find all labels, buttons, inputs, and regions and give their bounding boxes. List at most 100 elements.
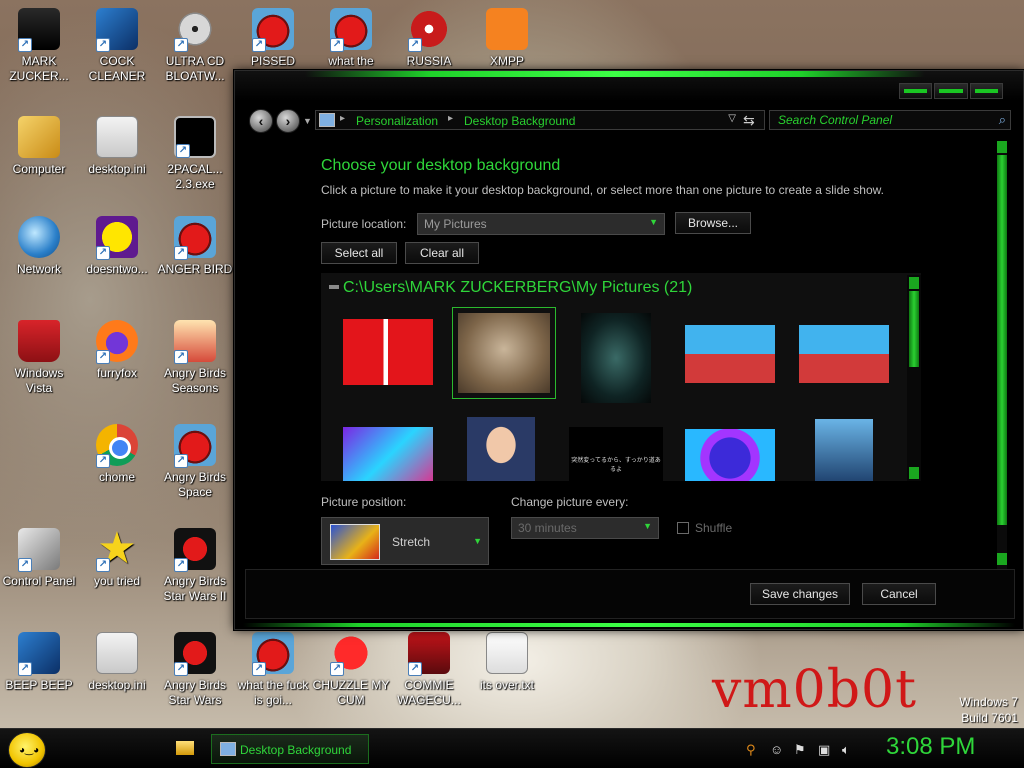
taskbar: ◕‿◕ Desktop Background ⚲ ☺ ⚑ ▣ 🔈︎ 3:08 P… [0, 728, 1024, 768]
desktop-icon-desktop-ini[interactable]: desktop.ini [78, 116, 156, 177]
breadcrumb-desktop-background[interactable]: Desktop Background [464, 114, 575, 128]
desktop-icon-angry-birds-seasons[interactable]: ↗ Angry Birds Seasons [156, 320, 234, 396]
desktop-icon-angry-birds-star-wars-ii[interactable]: ↗ Angry Birds Star Wars II [156, 528, 234, 604]
desktop-icon-pissed[interactable]: ↗ PISSED [234, 8, 312, 69]
content-scrollbar[interactable] [997, 141, 1007, 569]
desktop-icon-xmpp[interactable]: XMPP [468, 8, 546, 69]
close-button[interactable] [969, 83, 1003, 99]
address-bar[interactable]: ▸ Personalization ▸ Desktop Background ▽ [315, 110, 765, 130]
address-dropdown-icon[interactable]: ▽ [728, 113, 736, 124]
scroll-down-arrow[interactable] [909, 467, 919, 479]
emoji-tray-icon[interactable]: ☺ [770, 742, 783, 757]
picture-position-select[interactable]: Stretch ▼ [321, 517, 489, 565]
picture-gallery: C:\Users\MARK ZUCKERBERG\My Pictures (21… [321, 273, 921, 481]
picture-location-label: Picture location: [321, 217, 407, 231]
shortcut-arrow-icon: ↗ [18, 38, 32, 52]
scroll-up-arrow[interactable] [909, 277, 919, 289]
desktop-icon-windows-vista[interactable]: Windows Vista [0, 320, 78, 396]
desktop-icon-ultra-cd[interactable]: ↗ ULTRA CD BLOATW... [156, 8, 234, 84]
desktop-icon-doesntwo[interactable]: ↗ doesntwo... [78, 216, 156, 277]
gallery-folder-title: C:\Users\MARK ZUCKERBERG\My Pictures (21… [343, 279, 693, 296]
picture-thumbnail[interactable] [343, 319, 433, 385]
windows-version-text: Windows 7 Build 7601 [959, 694, 1018, 726]
angry-bird-icon: ↗ [330, 8, 372, 52]
desktop-icon-commie[interactable]: ↗ COMMIE WAGECU... [390, 632, 468, 708]
desktop-icon-its-over[interactable]: its over.txt [468, 632, 546, 693]
search-tray-icon[interactable]: ⚲ [746, 742, 756, 758]
desktop-icon-what-the-fuck[interactable]: ↗ what the fuck is goi... [234, 632, 312, 708]
picture-thumbnail-selected[interactable] [452, 307, 556, 399]
picture-thumbnail[interactable] [467, 417, 535, 481]
desktop-icon-you-tried[interactable]: ★ ↗ you tried [78, 527, 156, 589]
search-box[interactable]: ⌕ [769, 110, 1011, 130]
search-input[interactable] [770, 111, 980, 129]
desktop-icon-angry-birds-star-wars[interactable]: ↗ Angry Birds Star Wars [156, 632, 234, 708]
network-tray-icon[interactable]: ▣ [818, 742, 830, 758]
scroll-up-arrow[interactable] [997, 141, 1007, 153]
browse-button[interactable]: Browse... [675, 212, 751, 234]
clear-all-button[interactable]: Clear all [405, 242, 479, 264]
picture-thumbnail[interactable]: 突然変ってるから、すっかり道あるよ [569, 427, 663, 481]
desktop-icon-chome[interactable]: ↗ chome [78, 424, 156, 485]
desktop-icon-anger-bird[interactable]: ↗ ANGER BIRD [156, 216, 234, 277]
action-center-flag-icon[interactable]: ⚑ [794, 742, 806, 758]
taskbar-item-desktop-background[interactable]: Desktop Background [211, 734, 369, 764]
change-picture-interval-select[interactable]: 30 minutes ▼ [511, 517, 659, 539]
desktop-icon-label: Network [16, 262, 61, 276]
console-app-icon: ↗ [174, 116, 216, 158]
forward-button[interactable]: › [276, 109, 300, 133]
picture-thumbnail[interactable] [815, 419, 873, 481]
minimize-button[interactable] [899, 83, 933, 99]
scrollbar-thumb[interactable] [997, 155, 1007, 525]
taskbar-clock[interactable]: 3:08 PM [886, 733, 975, 761]
refresh-icon[interactable]: ⇆ [743, 112, 755, 129]
volume-tray-icon[interactable]: 🔈︎ [842, 742, 850, 758]
picture-thumbnail[interactable] [685, 429, 775, 481]
cancel-button[interactable]: Cancel [862, 583, 936, 605]
picture-thumbnail[interactable] [581, 313, 651, 403]
desktop-icon-label: Angry Birds Star Wars [163, 678, 227, 707]
desktop-icon-2pacal[interactable]: ↗ 2PACAL... 2.3.exe [156, 116, 234, 192]
text-file-icon [486, 632, 528, 674]
back-button[interactable]: ‹ [249, 109, 273, 133]
picture-thumbnail[interactable] [799, 325, 889, 383]
breadcrumb-personalization[interactable]: Personalization [356, 114, 438, 128]
explorer-folder-icon[interactable] [176, 741, 194, 755]
maximize-button[interactable] [934, 83, 968, 99]
desktop-icon-russia[interactable]: ↗ RUSSIA [390, 8, 468, 69]
title-bar[interactable] [235, 71, 1023, 101]
desktop-icon-network[interactable]: Network [0, 216, 78, 277]
desktop-icon-label: ANGER BIRD [157, 262, 233, 276]
desktop-icon-furryfox[interactable]: ↗ furryfox [78, 320, 156, 381]
desktop-icon-control-panel[interactable]: ↗ Control Panel [0, 528, 78, 589]
desktop-icon-cock-cleaner[interactable]: ↗ COCK CLEANER [78, 8, 156, 84]
search-icon[interactable]: ⌕ [999, 112, 1006, 128]
save-changes-button[interactable]: Save changes [750, 583, 850, 605]
select-all-button[interactable]: Select all [321, 242, 397, 264]
start-button[interactable]: ◕‿◕ [8, 732, 46, 768]
shuffle-checkbox[interactable]: Shuffle [677, 521, 732, 535]
picture-thumbnail[interactable] [343, 427, 433, 481]
desktop-icon-chuzzle[interactable]: ↗ CHUZZLE MY CUM [312, 632, 390, 708]
app-icon: ↗ [18, 632, 60, 676]
control-panel-icon [319, 113, 335, 127]
desktop-icon-beep-beep[interactable]: ↗ BEEP BEEP [0, 632, 78, 693]
scrollbar-thumb[interactable] [909, 291, 919, 367]
desktop-icon-mark-zucker[interactable]: ↗ MARK ZUCKER... [0, 8, 78, 84]
desktop-icon-desktop-ini-2[interactable]: desktop.ini [78, 632, 156, 693]
gallery-scrollbar[interactable] [907, 275, 921, 481]
desktop-icon-label: ULTRA CD BLOATW... [165, 54, 225, 83]
recent-pages-dropdown[interactable]: ▼ [303, 116, 312, 126]
recycle-bin-icon [18, 320, 60, 362]
desktop-icon-computer[interactable]: Computer [0, 116, 78, 177]
scroll-down-arrow[interactable] [997, 553, 1007, 565]
picture-thumbnail[interactable] [685, 325, 775, 383]
desktop-icon-angry-birds-space[interactable]: ↗ Angry Birds Space [156, 424, 234, 500]
checkbox-box[interactable] [677, 522, 689, 534]
desktop-icon-label: doesntwo... [86, 262, 148, 276]
collapse-group-icon[interactable] [329, 285, 339, 289]
desktop-icon-label: COCK CLEANER [88, 54, 146, 83]
picture-location-select[interactable]: My Pictures ▼ [417, 213, 665, 235]
desktop-icon-label: RUSSIA [406, 54, 452, 68]
desktop-icon-what-the[interactable]: ↗ what the [312, 8, 390, 69]
